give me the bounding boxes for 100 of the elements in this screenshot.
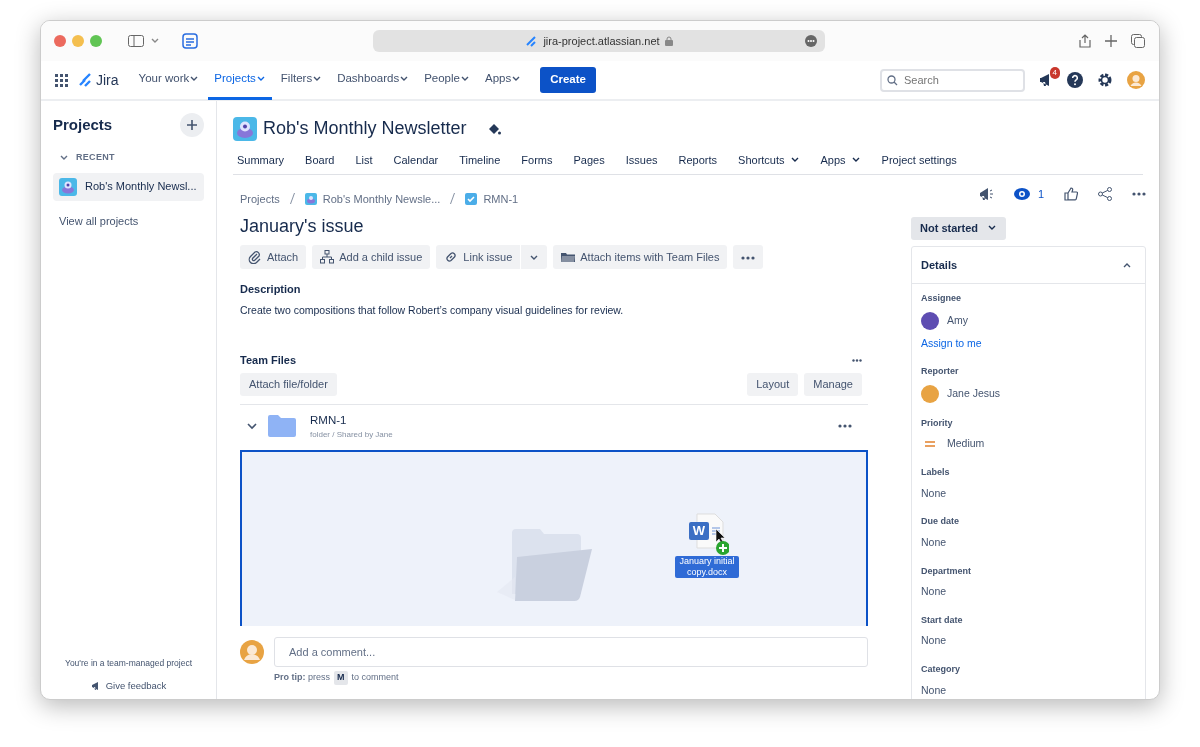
breadcrumb-link[interactable]: Projects [240,190,280,207]
manage-button[interactable]: Manage [804,372,862,396]
more-icon [741,255,756,260]
link-icon [444,250,459,264]
folder-meta: folder / Shared by Jane [310,429,393,441]
tip-text: to comment [351,671,399,684]
tabs-icon[interactable] [1131,34,1145,48]
project-tab[interactable]: Board [305,152,335,169]
issue-title: January's issue [240,215,365,238]
field-label: Category [921,663,961,676]
notification-badge: 4 [1049,67,1060,79]
search-icon [887,74,898,86]
more-icon[interactable] [805,35,817,47]
action-button[interactable]: Attach [240,245,307,269]
field-value: Medium [947,436,985,452]
field-value: None [921,485,947,501]
settings-icon[interactable] [1097,72,1113,88]
nav-menu-tab[interactable]: Projects [208,60,272,100]
field-label: Assignee [921,292,963,305]
sidebar-title: Projects [53,114,113,135]
share-icon[interactable] [1098,186,1112,201]
action-button[interactable]: Attach items with Team Files [553,245,728,269]
search-field[interactable]: Search [880,68,1025,92]
more-icon[interactable] [1132,191,1146,196]
project-title: Rob's Monthly Newsletter [263,117,467,140]
breadcrumb-link[interactable]: Rob's Monthly Newsle... [304,190,441,207]
app-grid-icon[interactable] [55,73,68,87]
plus-icon [187,120,197,130]
field-label: Due date [921,515,960,529]
field-value: Jane Jesus [947,385,1001,401]
key-hint: M [334,671,348,685]
field-label: Labels [921,466,951,479]
file-icon-letter: W [689,522,709,540]
drop-zone[interactable]: W January initial copy.docx [240,450,868,626]
more-icon[interactable] [852,359,862,362]
project-icon [304,192,317,205]
breadcrumb-link[interactable]: RMN-1 [465,190,519,207]
folders-icon [561,250,576,264]
assign-link[interactable]: Assign to me [921,335,1136,352]
sidebar-project-item[interactable]: Rob's Monthly Newsl... [53,172,204,201]
project-tab[interactable]: Apps [820,152,861,169]
action-button[interactable]: Link issue [436,245,521,269]
checkbox-icon [465,192,478,205]
folder-name[interactable]: RMN-1 [310,411,393,429]
nav-menu-tab[interactable]: Filters [274,60,329,100]
field-value: None [921,534,947,550]
nav-menu-tab[interactable]: Apps [478,60,528,100]
jira-logo-icon [78,73,92,87]
layout-button[interactable]: Layout [747,372,799,396]
window-control[interactable] [54,35,66,47]
app-icon[interactable] [182,33,198,49]
create-button[interactable]: Create [540,67,596,93]
project-tab[interactable]: Project settings [881,152,957,169]
nav-menu-tab[interactable]: People [418,60,476,100]
eye-icon [1013,187,1030,200]
nav-menu-tab[interactable]: Dashboards [331,60,416,100]
project-tab[interactable]: Summary [237,152,285,169]
thumbs-up-icon[interactable] [1064,186,1078,201]
attach-button[interactable]: Attach file/folder [240,372,337,396]
help-icon[interactable] [1067,72,1083,88]
footer-text: You're in a team-managed project [64,657,193,670]
panel-title: Details [921,257,958,273]
field-value: None [921,682,947,698]
comment-field[interactable]: Add a comment... [274,637,868,667]
megaphone-icon [90,680,101,691]
file-name-label: January initial copy.docx [675,556,739,578]
address-bar[interactable]: jira-project.atlassian.net [373,30,825,52]
add-project-button[interactable] [180,113,204,137]
project-tab[interactable]: Pages [573,152,605,169]
project-tab[interactable]: Reports [678,152,718,169]
hierarchy-icon [320,250,335,264]
field-value: None [921,633,947,649]
product-logo[interactable]: Jira [78,69,119,91]
folder-icon [268,415,296,438]
project-tab[interactable]: Timeline [459,152,501,169]
section-title: Team Files [240,353,297,369]
field-label: Start date [921,613,964,627]
megaphone-icon[interactable] [978,186,994,201]
avatar-icon [240,640,264,664]
watch-button[interactable]: 1 [1013,187,1044,200]
sidebar-icon[interactable] [128,35,144,47]
project-tab[interactable]: Issues [625,152,658,169]
tip-text: Pro tip: press [274,671,330,684]
plus-icon[interactable] [1105,35,1117,47]
project-tab[interactable]: Forms [521,152,553,169]
project-tab[interactable]: Shortcuts [738,152,800,169]
view-all-projects-link[interactable]: View all projects [59,212,204,229]
share-icon[interactable] [1079,34,1091,48]
field-value: None [921,584,947,599]
status-button[interactable]: Not started [911,216,1007,240]
lock-icon [664,36,673,46]
field-label: Department [921,564,972,578]
project-tab[interactable]: Calendar [393,152,439,169]
more-icon[interactable] [838,424,852,429]
project-tab[interactable]: List [355,152,373,169]
action-button[interactable]: Add a child issue [312,245,431,269]
nav-menu-tab[interactable]: Your work [132,60,206,100]
give-feedback-button[interactable]: Give feedback [90,680,167,691]
section-label: RECENT [76,151,115,164]
jira-logo-icon [525,35,538,47]
